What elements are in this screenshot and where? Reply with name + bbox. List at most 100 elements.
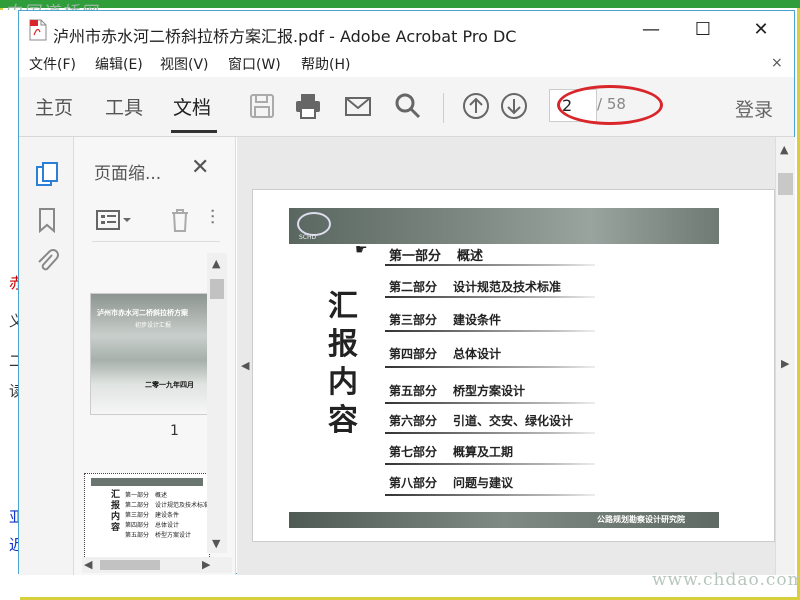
panel-title: 页面缩... xyxy=(94,164,162,184)
thumb2-title: 汇报内容 xyxy=(111,490,121,533)
agenda-text: 总体设计 xyxy=(453,347,502,361)
agenda-item-6: 第六部分 引道、交安、绿化设计 xyxy=(389,412,573,429)
minimize-button[interactable]: — xyxy=(639,19,663,41)
thumbnails-vertical-scrollbar[interactable]: ▲ ▼ xyxy=(207,253,227,553)
page-thumbnails-icon[interactable] xyxy=(35,161,59,189)
navigation-rail xyxy=(19,137,74,575)
agenda-text: 设计规范及技术标准 xyxy=(453,280,562,294)
agenda-text: 概述 xyxy=(457,249,484,264)
collapse-left-arrow[interactable]: ◀ xyxy=(241,359,249,372)
agenda-underline xyxy=(385,402,595,404)
slide-header-banner xyxy=(289,208,719,244)
menu-window[interactable]: 窗口(W) xyxy=(228,54,281,74)
thumb2-line: 第五部分 桥型方案设计 xyxy=(125,532,192,539)
scroll-thumb[interactable] xyxy=(778,173,793,195)
background-page-strip: 赤 义 读 二 亚 迟 xyxy=(0,10,24,600)
agenda-text: 引道、交安、绿化设计 xyxy=(453,414,574,428)
agenda-part: 第二部分 xyxy=(389,280,438,294)
thumb2-line: 第一部分 概述 xyxy=(125,492,168,499)
tab-tools[interactable]: 工具 xyxy=(105,93,143,120)
thumb2-banner xyxy=(91,478,203,486)
agenda-part: 第八部分 xyxy=(389,476,438,490)
scroll-right-arrow[interactable]: ▶ xyxy=(202,558,210,571)
thumbnail-page-number: 1 xyxy=(170,423,179,439)
scroll-down-arrow[interactable]: ▼ xyxy=(212,537,220,550)
attachment-icon[interactable] xyxy=(35,249,59,275)
agenda-part: 第六部分 xyxy=(389,414,438,428)
agenda-underline xyxy=(385,432,595,434)
agenda-underline xyxy=(385,494,595,496)
next-page-icon[interactable] xyxy=(499,91,529,121)
scroll-thumb[interactable] xyxy=(100,560,160,570)
thumbnail-page-2[interactable]: 汇报内容 第一部分 概述 第二部分 设计规范及技术标准 第三部分 建设条件 第四… xyxy=(84,473,210,563)
institute-logo xyxy=(297,212,331,236)
pdf-file-icon xyxy=(29,19,47,41)
more-tools-icon[interactable]: ⫶ xyxy=(210,205,224,233)
thumb1-title: 泸州市赤水河二桥斜拉桥方案 xyxy=(97,309,188,317)
menu-file[interactable]: 文件(F) xyxy=(29,54,76,74)
thumbnails-panel: 页面缩... ✕ ⫶ 泸州市赤水河二桥斜拉桥方案 初步设计汇报 二零一九年四月 … xyxy=(74,137,236,575)
tab-home[interactable]: 主页 xyxy=(35,93,73,120)
search-icon[interactable] xyxy=(393,91,423,121)
slide-title: 汇报内容 xyxy=(328,289,358,438)
thumb2-line: 第四部分 总体设计 xyxy=(125,522,180,529)
title-bar: 泸州市赤水河二桥斜拉桥方案汇报.pdf - Adobe Acrobat Pro … xyxy=(19,11,794,49)
toolbar-divider xyxy=(443,93,444,123)
thumbnail-page-1[interactable]: 泸州市赤水河二桥斜拉桥方案 初步设计汇报 二零一九年四月 xyxy=(90,293,208,415)
agenda-text: 桥型方案设计 xyxy=(453,384,526,398)
maximize-button[interactable]: ☐ xyxy=(691,19,715,41)
thumb1-subtitle: 初步设计汇报 xyxy=(135,322,172,329)
agenda-item-3: 第三部分 建设条件 xyxy=(389,311,501,328)
bookmark-icon[interactable] xyxy=(37,207,57,233)
print-icon[interactable] xyxy=(293,91,323,121)
panel-divider xyxy=(92,241,220,242)
logo-text: SCHD xyxy=(299,234,317,241)
agenda-item-8: 第八部分 问题与建议 xyxy=(389,474,513,491)
agenda-underline xyxy=(385,296,595,298)
agenda-item-4: 第四部分 总体设计 xyxy=(389,345,501,362)
active-tab-indicator xyxy=(171,130,217,133)
top-banner-bar xyxy=(0,0,800,8)
email-icon[interactable] xyxy=(343,91,373,121)
menu-edit[interactable]: 编辑(E) xyxy=(95,54,143,74)
agenda-underline xyxy=(385,330,595,332)
agenda-underline xyxy=(385,264,595,266)
expand-right-arrow[interactable]: ▶ xyxy=(781,357,789,370)
save-icon[interactable] xyxy=(247,91,277,121)
menu-help[interactable]: 帮助(H) xyxy=(301,54,350,74)
agenda-underline xyxy=(385,366,595,368)
close-document-icon[interactable]: × xyxy=(771,55,783,71)
thumb2-line: 第二部分 设计规范及技术标准 xyxy=(125,502,210,509)
agenda-part: 第三部分 xyxy=(389,313,438,327)
window-title: 泸州市赤水河二桥斜拉桥方案汇报.pdf - Adobe Acrobat Pro … xyxy=(53,27,517,46)
agenda-part: 第五部分 xyxy=(389,384,438,398)
document-vertical-scrollbar[interactable]: ▲ ▶ xyxy=(775,137,795,575)
login-button[interactable]: 登录 xyxy=(735,95,773,122)
delete-page-icon[interactable] xyxy=(168,207,192,233)
agenda-text: 建设条件 xyxy=(453,313,502,327)
pdf-page: SCHD ☛ 汇报内容 第一部分 概述 第二部分 设计规范及技术标准 第三部分 建设条… xyxy=(252,189,775,542)
main-toolbar: 主页 工具 文档 2 / 58 登录 xyxy=(19,77,794,137)
menu-view[interactable]: 视图(V) xyxy=(160,54,209,74)
previous-page-icon[interactable] xyxy=(461,91,491,121)
highlight-annotation-oval xyxy=(557,85,663,125)
close-button[interactable]: ✕ xyxy=(749,19,773,41)
thumbnails-horizontal-scrollbar[interactable]: ◀ ▶ xyxy=(82,557,232,573)
thumb2-line: 第三部分 建设条件 xyxy=(125,512,180,519)
scroll-up-arrow[interactable]: ▲ xyxy=(212,257,220,270)
scroll-thumb[interactable] xyxy=(210,279,224,299)
scroll-up-arrow[interactable]: ▲ xyxy=(780,143,788,156)
acrobat-window: 泸州市赤水河二桥斜拉桥方案汇报.pdf - Adobe Acrobat Pro … xyxy=(18,10,795,575)
agenda-text: 问题与建议 xyxy=(453,476,514,490)
watermark-bottom: www.chdao.com xyxy=(652,570,800,590)
agenda-part: 第四部分 xyxy=(389,347,438,361)
scroll-left-arrow[interactable]: ◀ xyxy=(84,558,92,571)
thumbnail-options-icon[interactable] xyxy=(96,209,132,231)
agenda-item-5: 第五部分 桥型方案设计 xyxy=(389,382,525,399)
agenda-text: 概算及工期 xyxy=(453,445,514,459)
agenda-item-1: 第一部分 概述 xyxy=(389,245,483,264)
panel-close-icon[interactable]: ✕ xyxy=(191,155,209,180)
menu-bar: 文件(F) 编辑(E) 视图(V) 窗口(W) 帮助(H) × xyxy=(19,51,794,77)
agenda-part: 第七部分 xyxy=(389,445,438,459)
tab-document[interactable]: 文档 xyxy=(173,93,211,120)
